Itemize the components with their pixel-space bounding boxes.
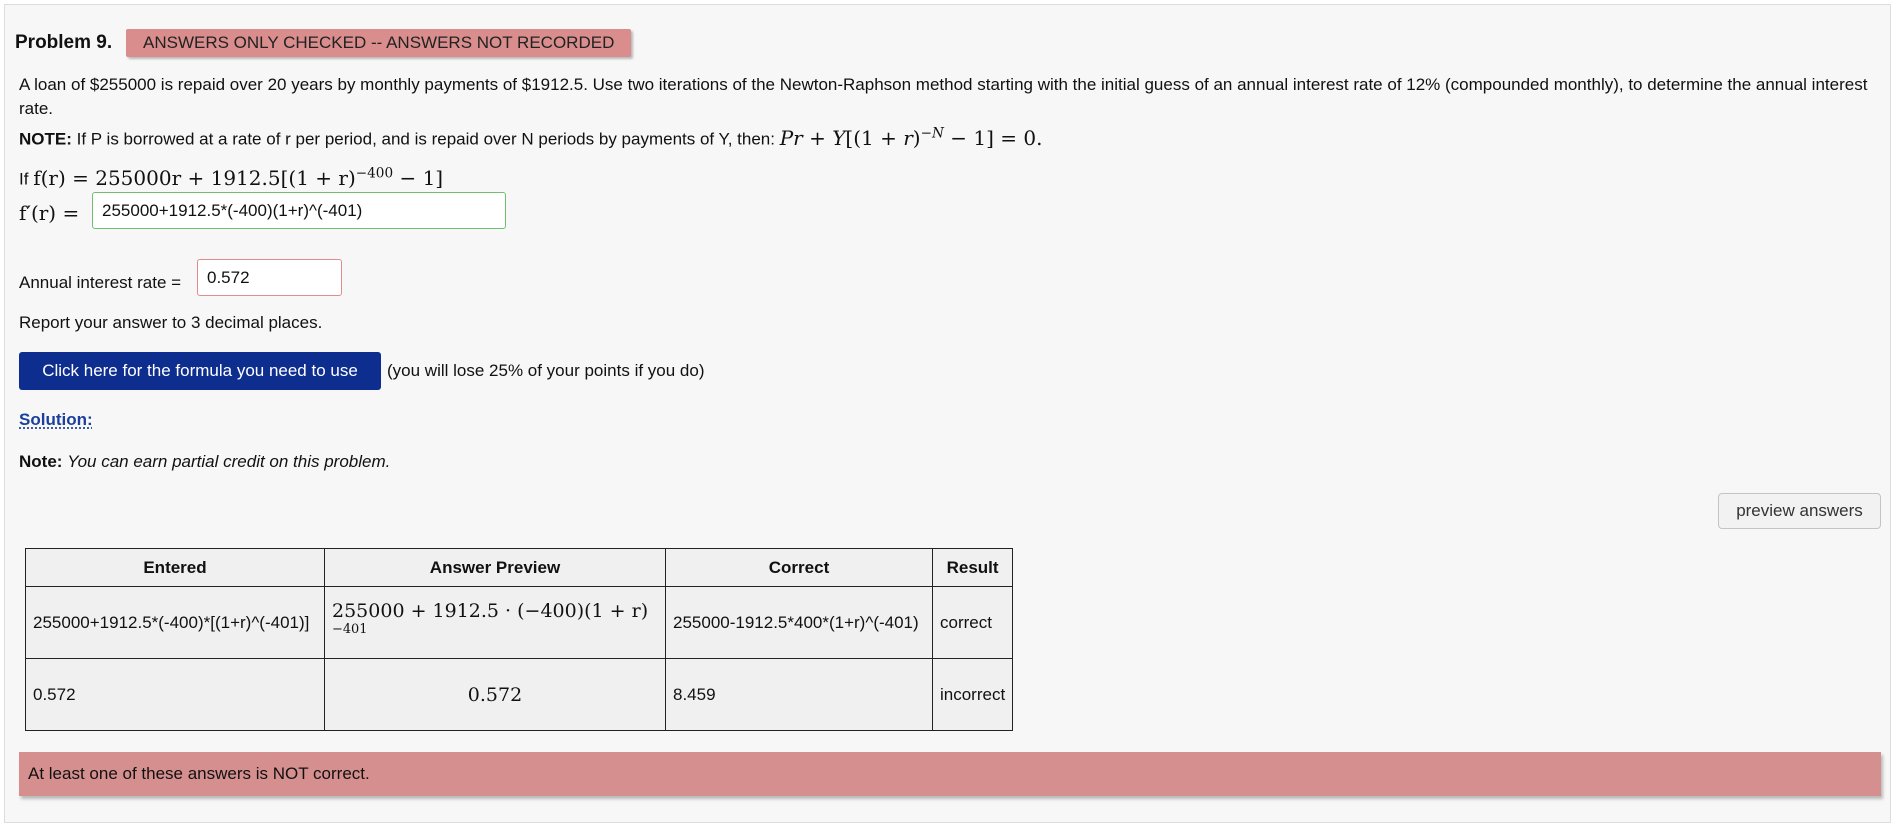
fprime-label: f′(r) = <box>19 201 80 225</box>
preview-base: 0.572 <box>467 683 523 706</box>
formula-hint-button[interactable]: Click here for the formula you need to u… <box>19 352 381 390</box>
correct-cell: 255000-1912.5*400*(1+r)^(-401) <box>665 586 933 659</box>
header-entered: Entered <box>25 548 325 587</box>
note-label: NOTE: <box>19 129 72 149</box>
f-formula-lhs: f(r) = 255000r + 1912.5[(1 + r) <box>33 165 356 190</box>
f-definition: If f(r) = 255000r + 1912.5[(1 + r)−400 −… <box>19 165 443 190</box>
entered-cell: 255000+1912.5*(-400)*[(1+r)^(-401)] <box>25 586 325 659</box>
result-cell: correct <box>931 586 1014 659</box>
preview-cell: 0.572 <box>324 658 666 731</box>
rate-label: Annual interest rate = <box>19 273 182 292</box>
header-result: Result <box>931 548 1014 587</box>
header-answer-preview: Answer Preview <box>324 548 666 587</box>
header-correct: Correct <box>665 548 933 587</box>
f-formula: f(r) = 255000r + 1912.5[(1 + r)−400 − 1] <box>33 165 444 190</box>
preview-answers-button[interactable]: preview answers <box>1718 493 1881 529</box>
solution-link[interactable]: Solution: <box>19 410 93 430</box>
f-prefix: If <box>19 169 29 189</box>
loan-formula: Pr + Y[(1 + r)−N − 1] = 0. <box>779 125 1043 150</box>
entered-cell: 0.572 <box>25 658 325 731</box>
rate-answer-input[interactable] <box>197 259 342 296</box>
problem-title: Problem 9. <box>15 32 113 53</box>
correct-cell: 8.459 <box>665 658 933 731</box>
table-header-row: Entered Answer Preview Correct Result <box>25 548 1014 587</box>
note-text: If P is borrowed at a rate of r per peri… <box>76 129 775 149</box>
result-cell: incorrect <box>931 658 1014 731</box>
fprime-answer-input[interactable] <box>92 192 506 229</box>
report-instruction: Report your answer to 3 decimal places. <box>19 313 323 332</box>
preview-base: 255000 + 1912.5 · (−400)(1 + r) <box>332 599 649 622</box>
penalty-note: (you will lose 25% of your points if you… <box>387 361 705 380</box>
problem-statement: A loan of $255000 is repaid over 20 year… <box>19 75 1868 118</box>
preview-cell: 255000 + 1912.5 · (−400)(1 + r)−401 <box>324 586 666 659</box>
table-row: 0.572 0.572 8.459 incorrect <box>25 658 1014 731</box>
status-banner: ANSWERS ONLY CHECKED -- ANSWERS NOT RECO… <box>126 29 632 57</box>
table-row: 255000+1912.5*(-400)*[(1+r)^(-401)] 2550… <box>25 586 1014 659</box>
partial-note-label: Note: <box>19 452 63 471</box>
partial-credit-note: Note: You can earn partial credit on thi… <box>19 452 390 472</box>
preview-exponent: −401 <box>332 621 368 637</box>
result-summary-banner: At least one of these answers is NOT cor… <box>19 752 1881 796</box>
partial-note-text: You can earn partial credit on this prob… <box>67 452 391 471</box>
results-table: Entered Answer Preview Correct Result 25… <box>25 548 1014 731</box>
f-formula-exponent: −400 <box>355 165 394 181</box>
f-formula-tail: − 1] <box>393 165 444 190</box>
note-line: NOTE: If P is borrowed at a rate of r pe… <box>19 121 1042 152</box>
